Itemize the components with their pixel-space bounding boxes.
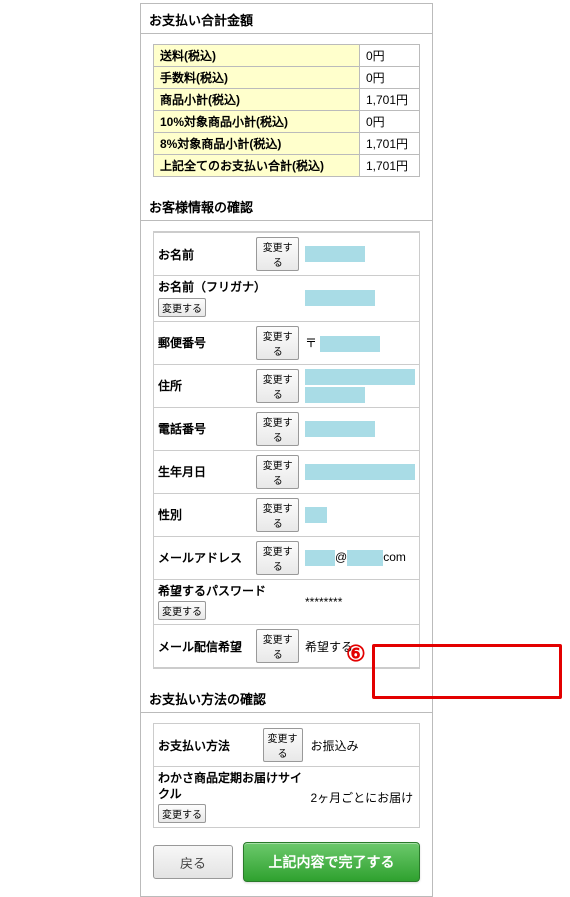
payment-table: お支払い方法 変更する お振込み わかさ商品定期お届けサイクル 変更する 2ヶ月… — [153, 723, 420, 828]
value-birth-redacted — [305, 464, 415, 480]
change-payment-method-button[interactable]: 変更する — [263, 728, 303, 762]
value-address2-redacted — [305, 387, 365, 403]
label-postal: 郵便番号 — [154, 321, 254, 364]
value-delivery-cycle: 2ヶ月ごとにお届け — [307, 767, 420, 828]
row-postal: 郵便番号 変更する 〒 — [154, 321, 419, 364]
label-delivery-cycle: わかさ商品定期お届けサイクル 変更する — [154, 767, 307, 828]
label-name: お名前 — [154, 233, 254, 276]
change-birth-button[interactable]: 変更する — [256, 455, 299, 489]
change-phone-button[interactable]: 変更する — [256, 412, 299, 446]
change-address-button[interactable]: 変更する — [256, 369, 299, 403]
label-birth: 生年月日 — [154, 450, 254, 493]
value-email-user-redacted — [305, 550, 335, 566]
back-button[interactable]: 戻る — [153, 845, 233, 879]
button-row: 戻る 上記内容で完了する — [141, 834, 432, 896]
table-row: 上記全てのお支払い合計(税込)1,701円 — [154, 155, 420, 177]
change-name-kana-button[interactable]: 変更する — [158, 298, 206, 317]
value-name-redacted — [305, 246, 365, 262]
label-address: 住所 — [154, 364, 254, 407]
row-address: 住所 変更する — [154, 364, 419, 407]
table-row: 手数料(税込)0円 — [154, 67, 420, 89]
table-row: 送料(税込)0円 — [154, 45, 420, 67]
customer-heading: お客様情報の確認 — [141, 191, 432, 221]
value-address1-redacted — [305, 369, 415, 385]
value-email-domain-redacted — [347, 550, 383, 566]
change-mail-opt-button[interactable]: 変更する — [256, 629, 299, 663]
change-name-button[interactable]: 変更する — [256, 237, 299, 271]
change-delivery-cycle-button[interactable]: 変更する — [158, 804, 206, 823]
row-password: 希望するパスワード 変更する ******** — [154, 579, 419, 625]
row-delivery-cycle: わかさ商品定期お届けサイクル 変更する 2ヶ月ごとにお届け — [154, 767, 420, 828]
change-postal-button[interactable]: 変更する — [256, 326, 299, 360]
postal-prefix: 〒 — [305, 336, 317, 350]
payment-body: お支払い方法 変更する お振込み わかさ商品定期お届けサイクル 変更する 2ヶ月… — [141, 713, 432, 834]
value-gender-redacted — [305, 507, 327, 523]
order-confirm-panel: お支払い合計金額 送料(税込)0円 手数料(税込)0円 商品小計(税込)1,70… — [140, 3, 433, 897]
value-postal-redacted — [320, 336, 380, 352]
customer-table: お名前 変更する お名前（フリガナ） 変更する 郵便番号 変更する 〒 — [154, 232, 419, 668]
row-gender: 性別 変更する — [154, 493, 419, 536]
value-name-kana-redacted — [305, 290, 375, 306]
row-birth: 生年月日 変更する — [154, 450, 419, 493]
label-password: 希望するパスワード 変更する — [154, 579, 301, 625]
row-name-kana: お名前（フリガナ） 変更する — [154, 276, 419, 322]
value-phone-redacted — [305, 421, 375, 437]
label-payment-method: お支払い方法 — [154, 724, 259, 767]
label-email: メールアドレス — [154, 536, 254, 579]
change-gender-button[interactable]: 変更する — [256, 498, 299, 532]
submit-button[interactable]: 上記内容で完了する — [243, 842, 420, 882]
row-email: メールアドレス 変更する @ com — [154, 536, 419, 579]
email-at: @ — [335, 550, 347, 564]
row-phone: 電話番号 変更する — [154, 407, 419, 450]
table-row: 商品小計(税込)1,701円 — [154, 89, 420, 111]
value-payment-method: お振込み — [307, 724, 420, 767]
summary-table: 送料(税込)0円 手数料(税込)0円 商品小計(税込)1,701円 10%対象商… — [153, 44, 420, 177]
value-password: ******** — [301, 579, 419, 625]
label-name-kana: お名前（フリガナ） 変更する — [154, 276, 301, 322]
table-row: 10%対象商品小計(税込)0円 — [154, 111, 420, 133]
label-gender: 性別 — [154, 493, 254, 536]
email-domain-suffix: com — [383, 550, 406, 564]
change-password-button[interactable]: 変更する — [158, 601, 206, 620]
row-mail-opt: メール配信希望 変更する 希望する — [154, 625, 419, 668]
row-payment-method: お支払い方法 変更する お振込み — [154, 724, 420, 767]
row-name: お名前 変更する — [154, 233, 419, 276]
summary-body: 送料(税込)0円 手数料(税込)0円 商品小計(税込)1,701円 10%対象商… — [141, 34, 432, 191]
change-email-button[interactable]: 変更する — [256, 541, 299, 575]
label-phone: 電話番号 — [154, 407, 254, 450]
summary-heading: お支払い合計金額 — [141, 4, 432, 34]
label-mail-opt: メール配信希望 — [154, 625, 254, 668]
table-row: 8%対象商品小計(税込)1,701円 — [154, 133, 420, 155]
value-mail-opt: 希望する — [301, 625, 419, 668]
customer-body: お名前 変更する お名前（フリガナ） 変更する 郵便番号 変更する 〒 — [141, 221, 432, 683]
